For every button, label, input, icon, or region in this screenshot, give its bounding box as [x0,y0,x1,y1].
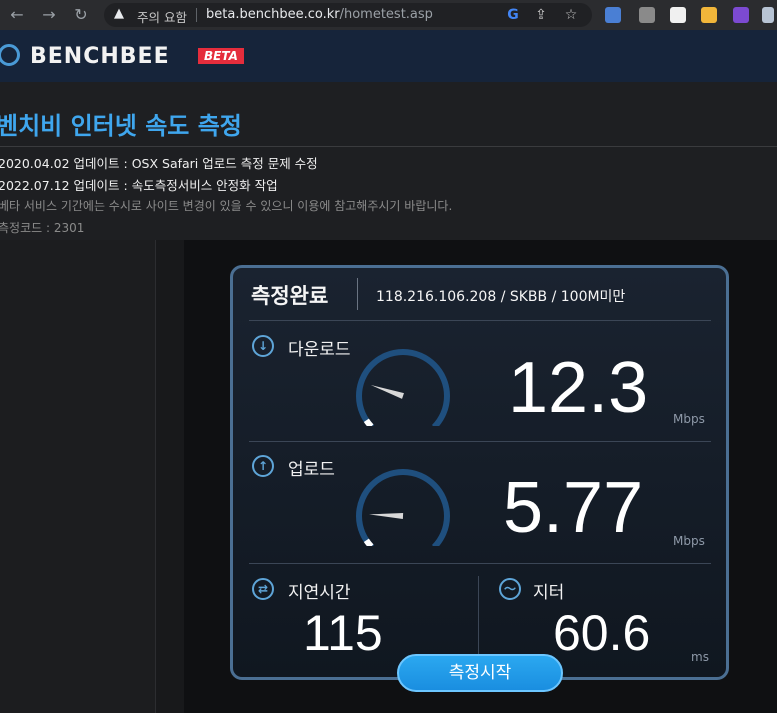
gauge-arc [356,469,450,546]
latency-label: 지연시간 [288,583,351,603]
status-label: 측정완료 [251,284,329,308]
url-host: beta.benchbee.co.kr [206,7,340,22]
security-warning[interactable]: 주의 요함 [137,7,187,26]
feather-extension-icon[interactable] [733,7,749,23]
logo-gauge-icon [0,44,20,66]
google-icon[interactable]: G [504,6,522,24]
jitter-label: 지터 [533,583,565,603]
divider [196,8,197,22]
page-title: 벤치비 인터넷 속도 측정 [0,112,242,140]
upload-label: 업로드 [288,460,335,480]
gauge-needle [370,384,404,399]
arrow-left-icon[interactable]: ← [6,4,28,26]
download-extension-icon[interactable] [670,7,686,23]
bookmark-star-icon[interactable]: ☆ [562,6,580,24]
download-label: 다운로드 [288,340,351,360]
jitter-value: 60.6 [553,605,651,661]
download-icon: ↓ [252,335,274,357]
arrow-right-icon[interactable]: → [38,4,60,26]
start-test-button[interactable]: 측정시작 [397,654,563,692]
notice-line: 2020.04.02 업데이트 : OSX Safari 업로드 측정 문제 수… [0,156,318,171]
upload-gauge [356,469,450,546]
url-path: /hometest.asp [339,7,433,22]
divider [249,320,711,321]
extension-icon[interactable] [639,7,655,23]
beta-notice: 베타 서비스 기간에는 수시로 사이트 변경이 있을 수 있으니 이용에 참고해… [0,199,453,213]
download-unit: Mbps [673,412,705,426]
left-column [0,240,156,713]
ip-info: 118.216.106.208 / SKBB / 100M미만 [376,289,626,305]
upload-icon: ↑ [252,455,274,477]
download-gauge [356,349,450,426]
jitter-icon: 〜 [499,578,521,600]
divider [249,563,711,564]
result-panel: 측정완료 118.216.106.208 / SKBB / 100M미만 ↓ 다… [230,265,729,680]
jitter-unit: ms [691,650,709,664]
divider [0,146,777,147]
share-icon[interactable]: ⇪ [532,6,550,24]
reload-icon[interactable]: ↻ [70,4,92,26]
profile-icon[interactable] [762,7,774,23]
address-bar[interactable]: ▲ 주의 요함 beta.benchbee.co.kr/hometest.asp… [104,3,592,27]
url-text[interactable]: beta.benchbee.co.kr/hometest.asp [206,7,433,22]
gauge-progress [363,538,374,546]
gauge-arc [356,349,450,426]
note-extension-icon[interactable] [701,7,717,23]
gauge-progress [363,418,374,426]
beta-badge: BETA [198,48,244,64]
warning-icon[interactable]: ▲ [114,6,124,21]
divider [357,278,358,310]
site-header: BENCHBEE BETA [0,30,777,82]
gauge-needle [369,513,404,519]
download-value: 12.3 [508,348,649,428]
upload-unit: Mbps [673,534,705,548]
measure-code: 측정코드 : 2301 [0,221,85,235]
divider [249,441,711,442]
notice-line: 2022.07.12 업데이트 : 속도측정서비스 안정화 작업 [0,178,278,193]
latency-icon: ⇄ [252,578,274,600]
logo[interactable]: BENCHBEE [30,44,170,69]
translate-extension-icon[interactable] [605,7,621,23]
browser-toolbar: ← → ↻ ▲ 주의 요함 beta.benchbee.co.kr/homete… [0,0,777,30]
latency-value: 115 [303,605,383,661]
upload-value: 5.77 [503,468,644,548]
